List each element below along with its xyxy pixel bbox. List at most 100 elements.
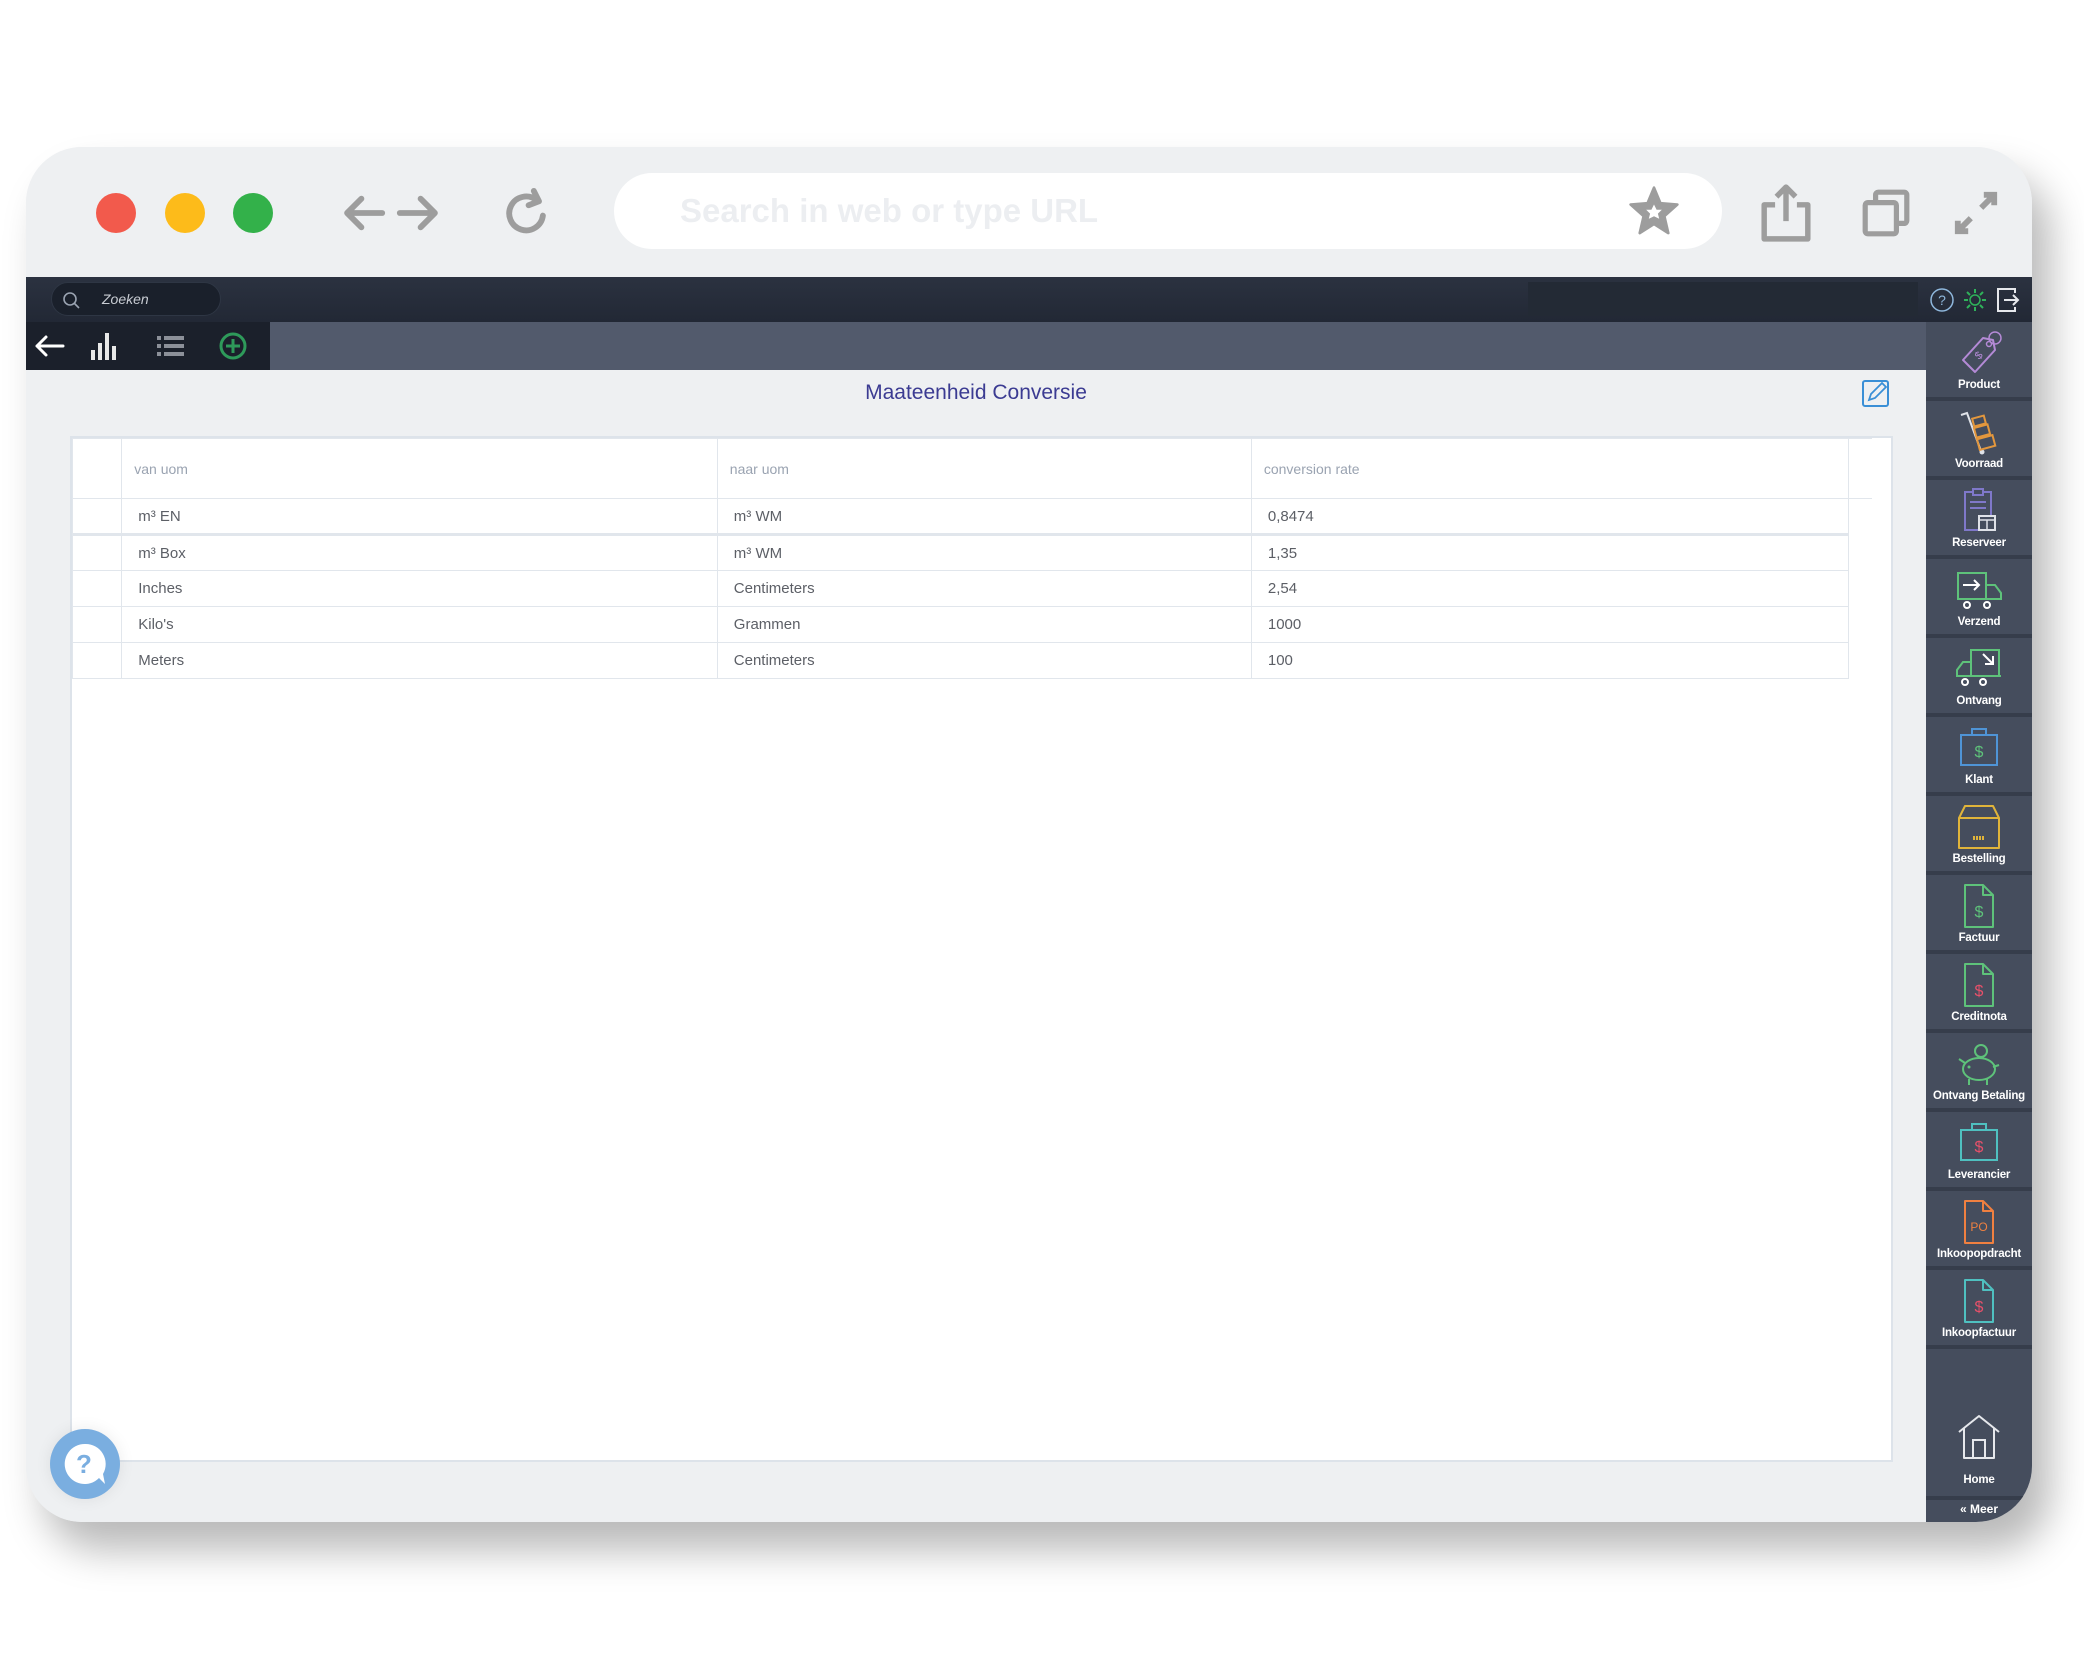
order-box-icon xyxy=(1958,805,2000,849)
bookmark-star-button[interactable] xyxy=(1626,185,1682,237)
sidebar-item-label: Factuur xyxy=(1958,932,2000,944)
sidebar-item-inkoopopdracht[interactable]: PO Inkoopopdracht xyxy=(1926,1191,2032,1270)
purchase-invoice-icon: $ xyxy=(1964,1279,1994,1323)
conversion-rate-cell: 1000 xyxy=(1250,606,1849,643)
tabs-icon xyxy=(1862,189,1910,237)
sidebar-item-label: Ontvang xyxy=(1956,695,2002,707)
sidebar-more-button[interactable]: « Meer xyxy=(1926,1502,2032,1522)
sidebar-item-inkoopfactuur[interactable]: $ Inkoopfactuur xyxy=(1926,1270,2032,1349)
arrow-right-icon xyxy=(396,195,438,231)
column-header-conversion-rate[interactable]: conversion rate xyxy=(1250,438,1849,499)
credit-note-icon: $ xyxy=(1964,963,1994,1007)
table-row[interactable]: Kilo's Grammen 1000 xyxy=(71,606,1873,643)
from-uom-cell: m³ Box xyxy=(121,534,718,571)
sidebar-item-label: Creditnota xyxy=(1951,1011,2007,1023)
clipboard-box-icon xyxy=(1964,488,1996,531)
row-selector[interactable] xyxy=(71,642,123,679)
logout-button[interactable] xyxy=(1995,287,2021,313)
sidebar-item-verzend[interactable]: Verzend xyxy=(1926,559,2032,638)
search-icon xyxy=(63,292,80,309)
sidebar-item-creditnota[interactable]: $ Creditnota xyxy=(1926,954,2032,1033)
home-icon xyxy=(1958,1415,2000,1459)
back-button[interactable] xyxy=(32,330,66,362)
hand-truck-icon xyxy=(1960,411,1997,455)
search-placeholder: Zoeken xyxy=(102,291,149,307)
settings-icon xyxy=(1964,289,1986,311)
share-button[interactable] xyxy=(1758,183,1814,243)
logout-icon xyxy=(1997,288,2020,312)
sidebar-item-product[interactable]: $ Product xyxy=(1926,322,2032,401)
browser-reload-button[interactable] xyxy=(500,187,552,239)
url-input[interactable] xyxy=(680,187,1580,235)
row-selector[interactable] xyxy=(71,606,123,643)
sidebar-item-ontvang[interactable]: Ontvang xyxy=(1926,638,2032,717)
star-icon xyxy=(1629,186,1679,235)
maximize-window-button[interactable] xyxy=(233,193,273,233)
sidebar-item-label: Verzend xyxy=(1957,616,2001,628)
sidebar-item-label: Leverancier xyxy=(1947,1169,2011,1181)
list-view-button[interactable] xyxy=(154,330,188,362)
back-arrow-icon xyxy=(35,335,65,357)
reports-button[interactable] xyxy=(86,330,120,362)
from-uom-cell: Meters xyxy=(121,642,718,679)
sidebar-item-klant[interactable]: $ Klant xyxy=(1926,717,2032,796)
table-row[interactable]: Meters Centimeters 100 xyxy=(71,642,1873,679)
browser-forward-button[interactable] xyxy=(392,187,444,239)
to-uom-cell: m³ WM xyxy=(716,534,1252,571)
fullscreen-button[interactable] xyxy=(1950,187,2002,239)
sidebar-item-label: Inkoopopdracht xyxy=(1936,1248,2022,1260)
to-uom-cell: m³ WM xyxy=(716,498,1252,536)
sidebar-item-home[interactable]: Home xyxy=(1926,1372,2032,1500)
sidebar-item-voorraad[interactable]: Voorraad xyxy=(1926,401,2032,480)
share-icon xyxy=(1761,184,1811,242)
supplier-briefcase-icon: $ xyxy=(1960,1123,1998,1161)
settings-button[interactable] xyxy=(1962,287,1988,313)
help-chat-icon: ? xyxy=(64,1443,106,1484)
row-selector[interactable] xyxy=(71,570,123,607)
from-uom-cell: Kilo's xyxy=(121,606,718,643)
minimize-window-button[interactable] xyxy=(165,193,205,233)
conversion-table: van uom naar uom conversion rate m³ EN m… xyxy=(71,438,1873,679)
help-chat-button[interactable]: ? xyxy=(50,1429,120,1499)
search-box[interactable]: Zoeken xyxy=(51,282,221,316)
conversion-rate-cell: 0,8474 xyxy=(1250,498,1849,536)
help-button[interactable]: ? xyxy=(1929,287,1955,313)
row-selector[interactable] xyxy=(71,534,123,571)
reload-icon xyxy=(506,187,546,234)
sidebar-item-label: Voorraad xyxy=(1954,458,2004,470)
tabs-button[interactable] xyxy=(1860,187,1912,239)
table-row[interactable]: m³ EN m³ WM 0,8474 xyxy=(71,498,1873,536)
edit-button[interactable] xyxy=(1861,378,1891,408)
from-uom-cell: m³ EN xyxy=(121,498,718,536)
svg-text:$: $ xyxy=(1975,744,1984,761)
to-uom-cell: Grammen xyxy=(716,606,1252,643)
help-icon: ? xyxy=(1930,288,1954,312)
add-button[interactable] xyxy=(216,330,250,362)
sidebar-item-ontvang-betaling[interactable]: Ontvang Betaling xyxy=(1926,1033,2032,1112)
column-header-to-uom[interactable]: naar uom xyxy=(716,438,1252,499)
svg-text:$: $ xyxy=(1975,983,1984,1000)
column-header-from-uom[interactable]: van uom xyxy=(121,438,718,499)
sidebar-item-label: Reserveer xyxy=(1952,537,2006,549)
sidebar-item-factuur[interactable]: $ Factuur xyxy=(1926,875,2032,954)
sidebar-item-reserveer[interactable]: Reserveer xyxy=(1926,480,2032,559)
module-sidebar: $ Product Voorraad Reserveer Verzend Ont… xyxy=(1926,322,2032,1522)
invoice-icon: $ xyxy=(1964,884,1994,928)
svg-text:$: $ xyxy=(1975,1139,1984,1156)
table-row[interactable]: m³ Box m³ WM 1,35 xyxy=(71,534,1873,571)
sidebar-item-label: Home xyxy=(1963,1474,1995,1486)
browser-chrome xyxy=(26,147,2032,277)
row-selector[interactable] xyxy=(71,498,123,536)
toolbar xyxy=(26,322,1926,370)
sidebar-item-leverancier[interactable]: $ Leverancier xyxy=(1926,1112,2032,1191)
browser-back-button[interactable] xyxy=(338,187,390,239)
close-window-button[interactable] xyxy=(96,193,136,233)
bar-chart-icon xyxy=(91,333,116,360)
conversion-rate-cell: 1,35 xyxy=(1250,534,1849,571)
sidebar-item-label: Inkoopfactuur xyxy=(1941,1327,2017,1339)
url-bar[interactable] xyxy=(614,173,1722,249)
conversion-rate-cell: 2,54 xyxy=(1250,570,1849,607)
edit-icon xyxy=(1862,380,1889,407)
table-row[interactable]: Inches Centimeters 2,54 xyxy=(71,570,1873,607)
sidebar-item-bestelling[interactable]: Bestelling xyxy=(1926,796,2032,875)
